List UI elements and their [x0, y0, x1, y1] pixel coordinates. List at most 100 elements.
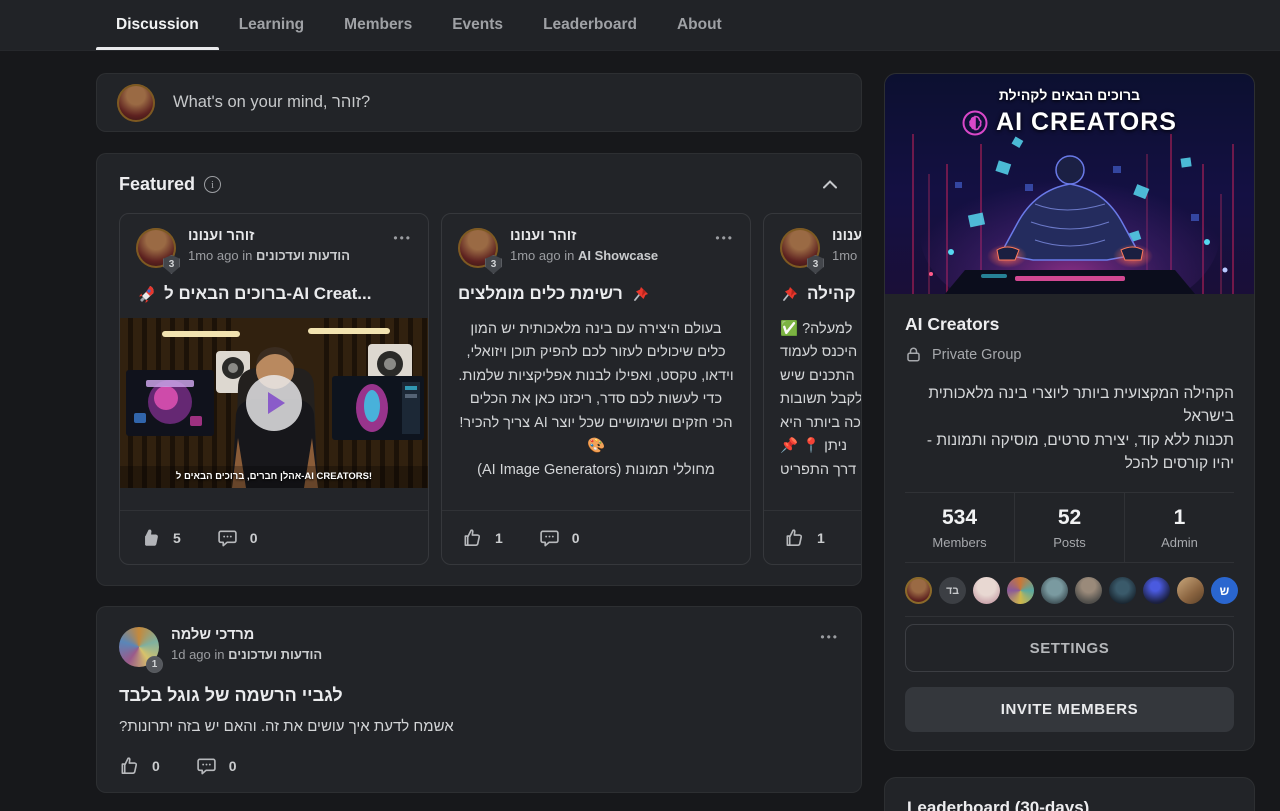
author-avatar[interactable]: 3 [136, 228, 176, 268]
brain-icon [962, 110, 988, 136]
post-title[interactable]: רשימת כלים מומלצים [442, 284, 750, 304]
space-name[interactable]: AI Showcase [578, 248, 658, 263]
leaderboard-card: Leaderboard (30-days) [884, 777, 1255, 811]
post-title[interactable]: לגביי הרשמה של גוגל בלבד [119, 685, 839, 706]
post-menu-icon[interactable] [393, 228, 412, 268]
featured-section: Featured i 3 זוהר וענונו 1mo ago in הו [96, 153, 862, 586]
feed-post[interactable]: 1 מרדכי שלמה 1d ago in הודעות ועדכונים ל… [96, 606, 862, 793]
post-time: 1d ago in [171, 647, 225, 662]
like-count: 5 [173, 530, 181, 546]
post-body: אשמח לדעת איך עושים את זה. והאם יש בזה י… [119, 718, 839, 735]
collapse-chevron-icon[interactable] [823, 180, 837, 189]
author-name[interactable]: זוהר וענונו [832, 228, 861, 244]
like-icon[interactable] [462, 527, 483, 548]
like-count: 1 [495, 530, 503, 546]
post-time: 1mo ago in [832, 248, 861, 263]
post-menu-icon[interactable] [820, 627, 839, 667]
group-nav-tabs: Discussion Learning Members Events Leade… [0, 0, 1280, 51]
member-avatar-initials[interactable]: בד [939, 577, 966, 604]
comment-count: 0 [572, 530, 580, 546]
tab-leaderboard[interactable]: Leaderboard [523, 0, 657, 50]
member-avatar[interactable] [973, 577, 1000, 604]
group-privacy: Private Group [905, 346, 1234, 363]
tab-about[interactable]: About [657, 0, 742, 50]
comment-count: 0 [229, 758, 237, 774]
member-avatars-row: בד ש [905, 563, 1234, 617]
space-name[interactable]: הודעות ועדכונים [256, 248, 350, 263]
author-name[interactable]: זוהר וענונו [188, 228, 350, 244]
group-info-card: ברוכים הבאים לקהילת AI CREATORS AI Creat… [884, 73, 1255, 751]
group-name: AI Creators [905, 314, 1234, 335]
tab-members[interactable]: Members [324, 0, 432, 50]
post-meta: 1mo ago in AI Showcase [510, 248, 658, 263]
pushpin-icon [780, 285, 799, 304]
like-icon[interactable] [784, 527, 805, 548]
comment-icon[interactable] [217, 527, 238, 548]
stat-label: Members [905, 535, 1014, 550]
stat-admins[interactable]: 1 Admin [1124, 493, 1234, 562]
member-avatar[interactable] [1177, 577, 1204, 604]
rocket-icon [136, 284, 156, 304]
member-avatar[interactable] [1109, 577, 1136, 604]
member-avatar[interactable] [1143, 577, 1170, 604]
space-name[interactable]: הודעות ועדכונים [228, 647, 322, 662]
comment-icon[interactable] [196, 755, 217, 776]
author-name[interactable]: זוהר וענונו [510, 228, 658, 244]
comment-icon[interactable] [539, 527, 560, 548]
stat-value: 1 [1125, 506, 1234, 530]
member-avatar[interactable] [905, 577, 932, 604]
post-meta: 1d ago in הודעות ועדכונים [171, 647, 322, 662]
post-composer[interactable]: What's on your mind, זוהר? [96, 73, 862, 132]
stat-label: Admin [1125, 535, 1234, 550]
post-title[interactable]: קהילה [764, 284, 861, 304]
stat-members[interactable]: 534 Members [905, 493, 1014, 562]
featured-post-card[interactable]: 3 זוהר וענונו 1mo ago in AI Showcase רשי… [441, 213, 751, 565]
cover-group-name: AI CREATORS [996, 108, 1177, 137]
group-sidebar: ברוכים הבאים לקהילת AI CREATORS AI Creat… [884, 73, 1255, 811]
stat-posts[interactable]: 52 Posts [1014, 493, 1124, 562]
composer-prompt[interactable]: What's on your mind, זוהר? [173, 93, 370, 112]
info-icon[interactable]: i [204, 176, 221, 193]
author-avatar[interactable]: 1 [119, 627, 159, 667]
stat-value: 52 [1015, 506, 1124, 530]
post-time: 1mo ago in [188, 248, 252, 263]
author-avatar[interactable]: 3 [780, 228, 820, 268]
tab-events[interactable]: Events [432, 0, 523, 50]
member-avatar[interactable] [1075, 577, 1102, 604]
member-avatar[interactable] [1041, 577, 1068, 604]
group-description: הקהילה המקצועית ביותר ליוצרי בינה מלאכות… [905, 382, 1234, 475]
post-meta: 1mo ago in הודעות ועדכונים [188, 248, 350, 263]
tab-discussion[interactable]: Discussion [96, 0, 219, 50]
cover-welcome-text: ברוכים הבאים לקהילת [885, 87, 1254, 103]
author-avatar[interactable]: 3 [458, 228, 498, 268]
leaderboard-title: Leaderboard (30-days) [907, 798, 1232, 811]
current-user-avatar[interactable] [117, 84, 155, 122]
author-name[interactable]: מרדכי שלמה [171, 627, 322, 643]
member-avatar-initials[interactable]: ש [1211, 577, 1238, 604]
like-icon[interactable] [140, 527, 161, 548]
featured-post-card[interactable]: 3 זוהר וענונו 1mo ago in ק [763, 213, 861, 565]
stat-value: 534 [905, 506, 1014, 530]
comment-count: 0 [250, 530, 258, 546]
play-button[interactable] [246, 375, 302, 431]
post-title-text: קהילה [807, 284, 856, 304]
member-avatar[interactable] [1007, 577, 1034, 604]
post-title[interactable]: ברוכים הבאים ל-AI Creat... [120, 284, 428, 304]
level-badge: 1 [146, 656, 163, 673]
tab-learning[interactable]: Learning [219, 0, 324, 50]
featured-post-card[interactable]: 3 זוהר וענונו 1mo ago in הודעות ועדכונים [119, 213, 429, 565]
like-icon[interactable] [119, 755, 140, 776]
post-body: למעלה? ✅ היכנס לעמוד התכנים שיש לקבל תשו… [764, 318, 861, 482]
level-badge: 3 [163, 255, 180, 274]
post-body: בעולם היצירה עם בינה מלאכותית יש המון כל… [442, 318, 750, 482]
settings-button[interactable]: SETTINGS [905, 624, 1234, 672]
invite-members-button[interactable]: INVITE MEMBERS [905, 687, 1234, 732]
post-title-text: ברוכים הבאים ל-AI Creat... [164, 284, 371, 304]
post-time: 1mo ago in [510, 248, 574, 263]
featured-title: Featured [119, 174, 195, 195]
level-badge: 3 [807, 255, 824, 274]
video-caption: אהלן חברים, ברוכים הבאים ל-AI CREATORS! [120, 471, 428, 482]
post-menu-icon[interactable] [715, 228, 734, 268]
feed-column: What's on your mind, זוהר? Featured i 3 … [96, 73, 862, 811]
video-thumbnail[interactable]: אהלן חברים, ברוכים הבאים ל-AI CREATORS! [120, 318, 428, 488]
